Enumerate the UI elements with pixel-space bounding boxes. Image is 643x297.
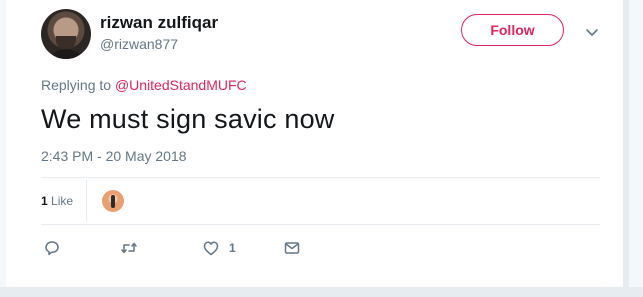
tweet-timestamp[interactable]: 2:43 PM - 20 May 2018 — [41, 147, 187, 165]
tweet-text: We must sign savic now — [41, 104, 335, 134]
replying-prefix: Replying to — [41, 77, 112, 93]
chevron-down-icon[interactable] — [584, 24, 600, 40]
divider — [41, 177, 600, 178]
page-background-right — [629, 0, 643, 297]
replying-to-mention[interactable]: @UnitedStandMUFC — [115, 77, 247, 93]
likes-number: 1 — [41, 194, 48, 208]
retweet-button[interactable] — [120, 238, 138, 258]
like-button[interactable]: 1 — [202, 238, 236, 258]
reply-button[interactable] — [43, 238, 61, 258]
heart-icon — [203, 241, 219, 256]
author-avatar[interactable] — [41, 9, 91, 59]
author-handle[interactable]: @rizwan877 — [100, 35, 178, 53]
page-background-bottom — [0, 287, 643, 297]
liker-avatar-figure — [111, 195, 115, 208]
tweet-card: rizwan zulfiqar @rizwan877 Follow Replyi… — [6, 0, 624, 287]
avatar-shirt-shape — [46, 49, 86, 59]
reply-icon — [45, 241, 59, 256]
liker-avatar[interactable] — [102, 190, 124, 212]
retweet-icon — [121, 242, 137, 254]
stats-divider — [86, 180, 87, 221]
likes-word: Like — [51, 194, 74, 208]
like-count: 1 — [229, 241, 236, 255]
follow-button[interactable]: Follow — [461, 14, 564, 46]
author-display-name[interactable]: rizwan zulfiqar — [100, 13, 218, 33]
avatar-beard-shape — [56, 36, 76, 50]
direct-message-button[interactable] — [283, 238, 301, 258]
replying-to: Replying to @UnitedStandMUFC — [41, 76, 247, 94]
divider — [41, 224, 600, 225]
envelope-icon — [284, 242, 300, 254]
likes-count[interactable]: 1 Like — [41, 193, 73, 209]
